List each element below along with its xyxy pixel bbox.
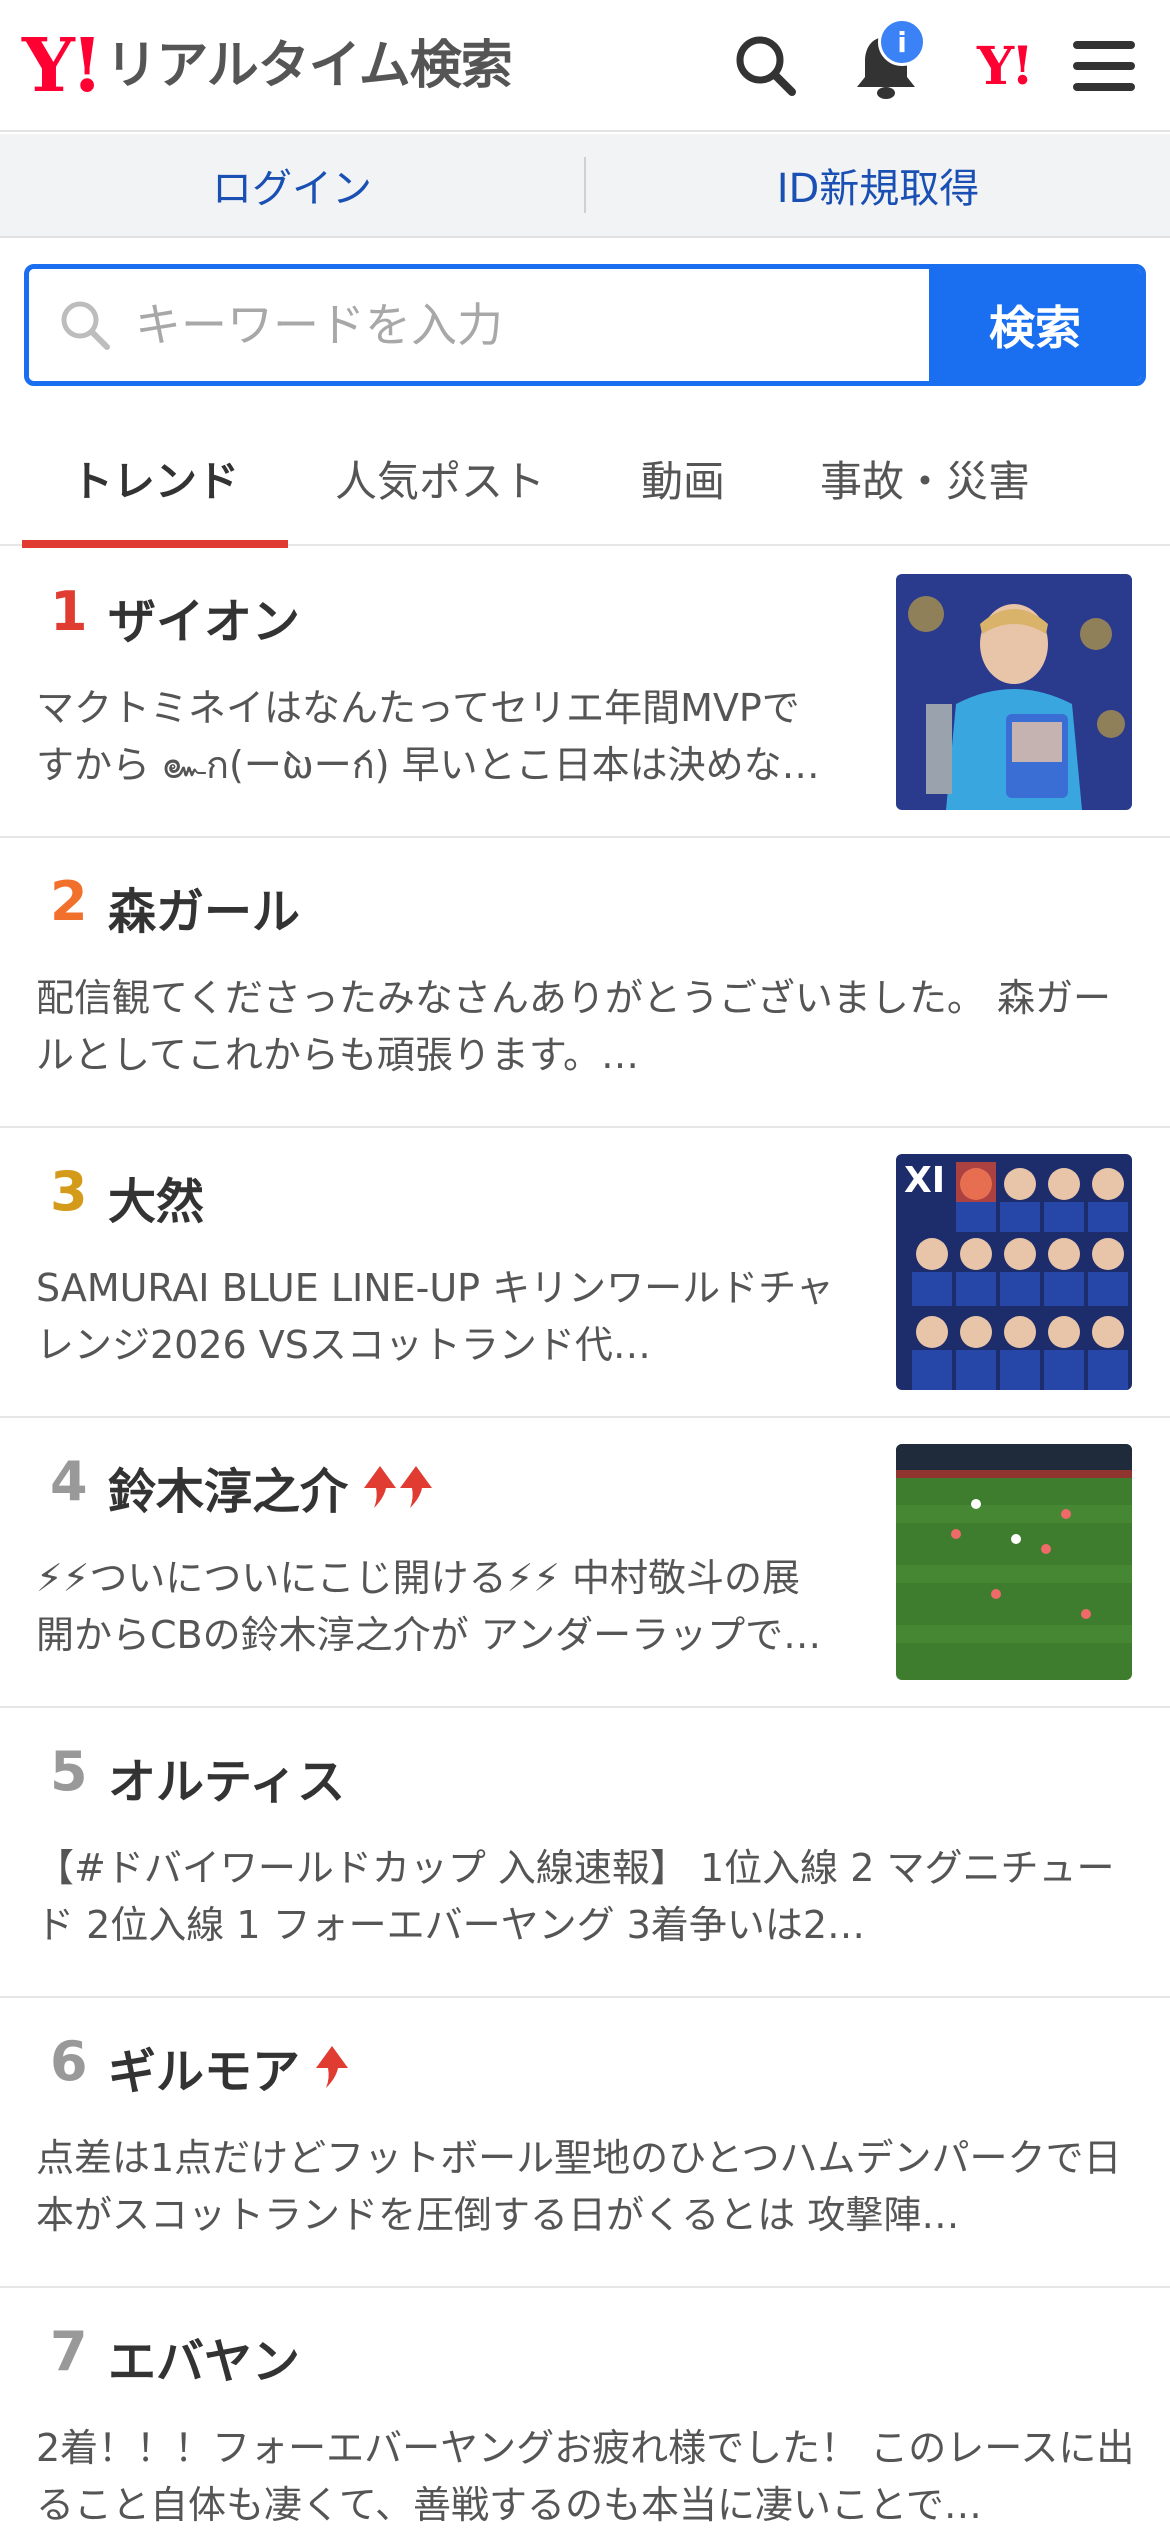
search-button[interactable]: 検索 xyxy=(929,269,1141,381)
tab-trend[interactable]: トレンド xyxy=(22,410,288,548)
trend-rank: 1 xyxy=(50,580,88,643)
tab-popular-posts[interactable]: 人気ポスト xyxy=(310,410,570,546)
search-box: 検索 xyxy=(24,264,1146,386)
yahoo-logo-mark: Y! xyxy=(22,23,103,109)
trend-word-text: エバヤン xyxy=(108,2334,301,2390)
trend-rank: 7 xyxy=(50,2320,88,2383)
trend-description: 配信観てくださったみなさんありがとうございました。 森ガールとしてこれからも頑張… xyxy=(36,976,1111,1077)
trend-description: SAMURAI BLUE LINE-UP キリンワールドチャレンジ2026 VS… xyxy=(36,1266,834,1367)
trend-word: ギルモア xyxy=(108,2032,350,2102)
yj-mark: Y! xyxy=(977,35,1034,97)
yahoo-japan-icon[interactable]: Y! xyxy=(964,26,1044,106)
search-field-icon xyxy=(61,301,110,350)
menu-icon[interactable] xyxy=(1064,26,1144,106)
trend-description: マクトミネイはなんたってセリエ年間MVPですから‎ ๛ก(ー̀ωー́ก) 早いと… xyxy=(36,686,820,787)
trend-thumbnail[interactable] xyxy=(896,1444,1132,1680)
up-arrow-icon xyxy=(364,1466,397,1508)
tab-bar: トレンド 人気ポスト 動画 事故・災害 xyxy=(0,410,1170,548)
trend-description: 点差は1点だけどフットボール聖地のひとつハムデンパークで日本がスコットランドを圧… xyxy=(36,2136,1122,2237)
trend-item[interactable]: 5 オルティス 【#ドバイワールドカップ 入線速報】 1位入線 2 マグニチュー… xyxy=(0,1708,1170,1998)
trend-rank: 3 xyxy=(50,1160,88,1223)
trend-word-text: 鈴木淳之介 xyxy=(108,1464,349,1520)
trend-word-text: オルティス xyxy=(108,1754,346,1810)
trend-rank: 2 xyxy=(50,870,88,933)
trend-rank: 4 xyxy=(50,1450,88,1513)
trend-item[interactable]: 7 エバヤン 2着！！！フォーエバーヤングお疲れ様でした！ このレースに出ること… xyxy=(0,2288,1170,2532)
trend-word: ザイオン xyxy=(108,582,300,652)
trend-word: エバヤン xyxy=(108,2322,300,2392)
app-header: Y! リアルタイム検索 i Y! xyxy=(0,0,1170,132)
tab-accidents-disasters[interactable]: 事故・災害 xyxy=(790,410,1060,546)
trend-item[interactable]: 1 ザイオン マクトミネイはなんたってセリエ年間MVPですから‎ ๛ก(ー̀ωー… xyxy=(0,548,1170,838)
trend-description: ⚡⚡ついについにこじ開ける⚡⚡ 中村敬斗の展開からCBの鈴木淳之介が アンダーラ… xyxy=(36,1556,822,1657)
trend-item[interactable]: 6 ギルモア 点差は1点だけどフットボール聖地のひとつハムデンパークで日本がスコ… xyxy=(0,1998,1170,2288)
bell-icon[interactable]: i xyxy=(846,18,926,106)
yahoo-realtime-logo[interactable]: Y! リアルタイム検索 xyxy=(22,23,513,109)
trend-word: オルティス xyxy=(108,1742,345,1812)
search-icon[interactable] xyxy=(726,26,806,106)
trend-item[interactable]: 3 大然 SAMURAI BLUE LINE-UP キリンワールドチャレンジ20… xyxy=(0,1128,1170,1418)
up-arrow-icon xyxy=(316,2046,349,2088)
trend-word: 鈴木淳之介 xyxy=(108,1452,434,1522)
trend-description: 【#ドバイワールドカップ 入線速報】 1位入線 2 マグニチュード 2位入線 1… xyxy=(36,1846,1115,1947)
trend-word-text: 大然 xyxy=(108,1174,205,1230)
trend-word-text: ギルモア xyxy=(108,2044,301,2100)
login-bar: ログイン ID新規取得 xyxy=(0,134,1170,238)
trend-item[interactable]: 2 森ガール 配信観てくださったみなさんありがとうございました。 森ガールとして… xyxy=(0,838,1170,1128)
search-input[interactable] xyxy=(135,298,875,352)
search-field[interactable] xyxy=(29,269,929,381)
logo-text: リアルタイム検索 xyxy=(105,36,512,96)
trend-thumbnail[interactable] xyxy=(896,574,1132,810)
login-link[interactable]: ログイン xyxy=(0,156,584,214)
register-link[interactable]: ID新規取得 xyxy=(586,156,1170,214)
trend-word: 大然 xyxy=(108,1162,204,1232)
rising-arrows xyxy=(314,2044,350,2090)
trend-thumbnail[interactable]: XI xyxy=(896,1154,1132,1390)
trend-item[interactable]: 4 鈴木淳之介 ⚡⚡ついについにこじ開ける⚡⚡ 中村敬斗の展開からCBの鈴木淳之… xyxy=(0,1418,1170,1708)
notification-badge: i xyxy=(878,18,926,66)
trend-rank: 5 xyxy=(50,1740,88,1803)
tab-videos[interactable]: 動画 xyxy=(600,410,766,546)
trend-rank: 6 xyxy=(50,2030,88,2093)
svg-text:XI: XI xyxy=(904,1160,945,1201)
trend-list: 1 ザイオン マクトミネイはなんたってセリエ年間MVPですから‎ ๛ก(ー̀ωー… xyxy=(0,548,1170,2532)
rising-arrows xyxy=(362,1464,434,1510)
up-arrow-icon xyxy=(400,1466,433,1508)
trend-description: 2着！！！フォーエバーヤングお疲れ様でした！ このレースに出ること自体も凄くて、… xyxy=(36,2426,1135,2527)
trend-word: 森ガール xyxy=(108,872,300,942)
trend-word-text: ザイオン xyxy=(108,594,301,650)
trend-word-text: 森ガール xyxy=(108,884,301,940)
